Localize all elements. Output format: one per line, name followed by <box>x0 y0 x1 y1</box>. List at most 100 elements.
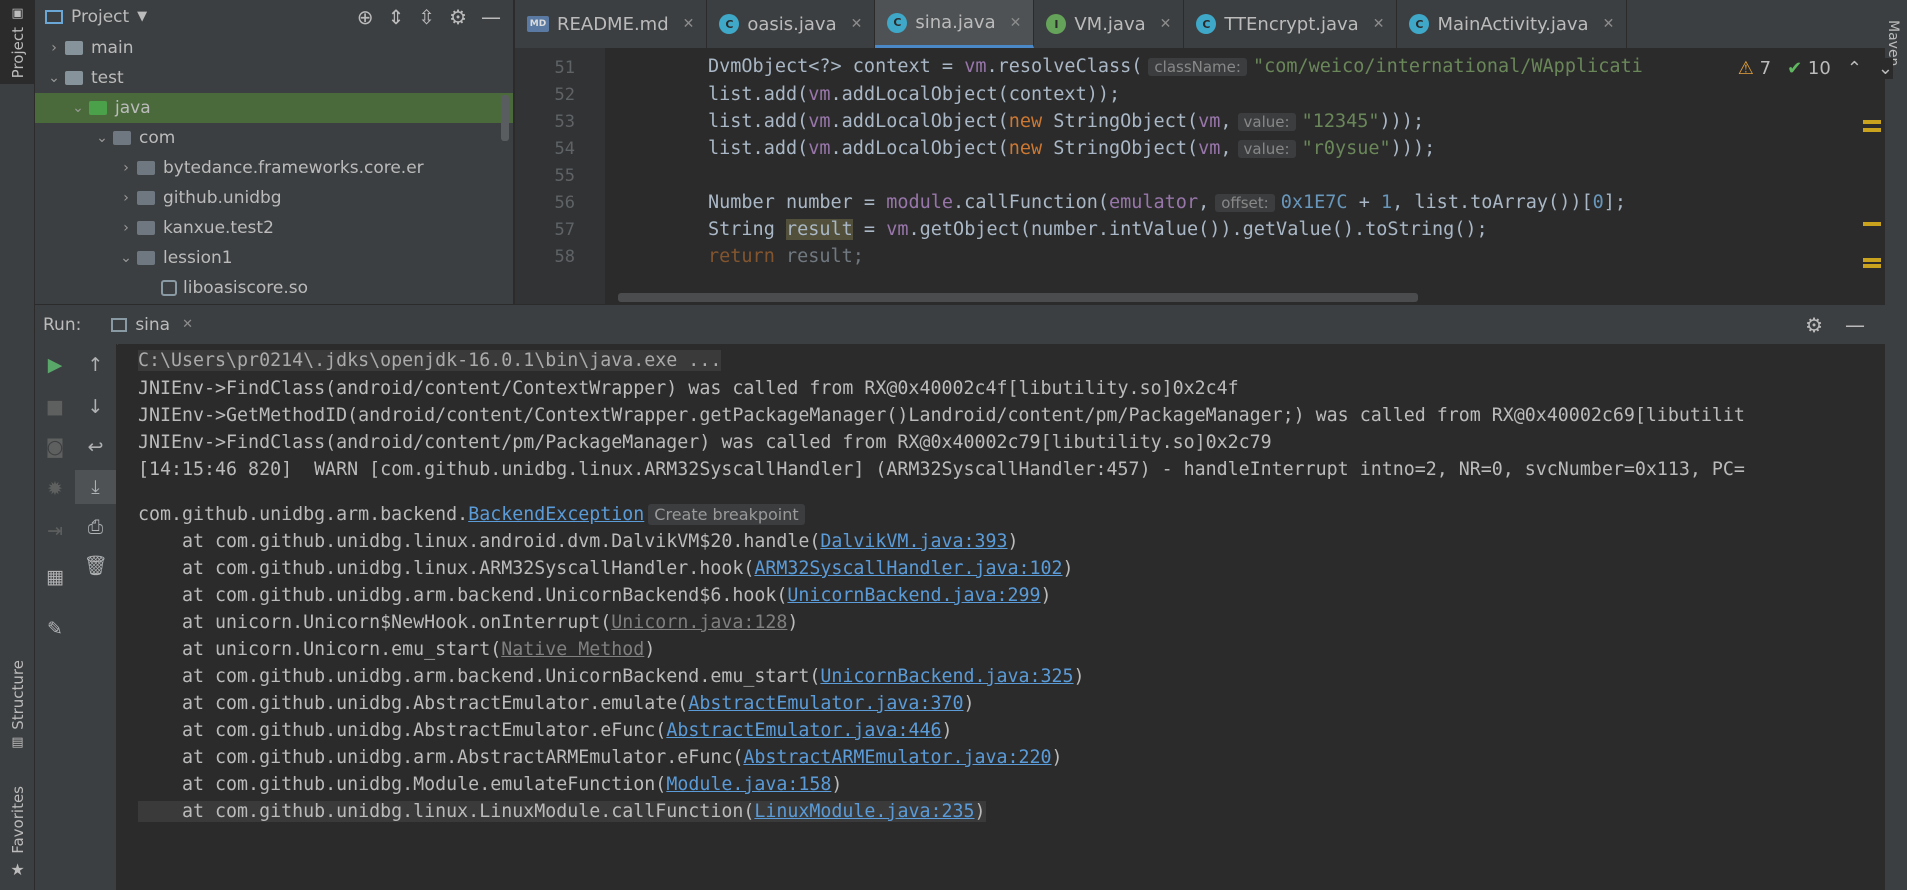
project-view-selector[interactable]: Project <box>71 7 129 27</box>
create-breakpoint-button[interactable]: Create breakpoint <box>648 504 805 525</box>
run-tab-sina[interactable]: sina ✕ <box>101 304 204 345</box>
scroll-to-end-icon[interactable]: ⤓ <box>75 470 116 504</box>
editor-tab-sina[interactable]: Csina.java ✕ <box>875 0 1035 48</box>
editor-tab-oasis[interactable]: Coasis.java ✕ <box>707 0 876 48</box>
minimize-icon[interactable]: — <box>481 5 501 29</box>
source-link[interactable]: ARM32SyscallHandler.java:102 <box>754 558 1062 579</box>
inspection-widget[interactable]: ⚠ 7 ✔ 10 ⌃ ⌄ <box>1729 58 1893 79</box>
trash-icon[interactable]: 🗑 <box>75 554 116 577</box>
warning-count[interactable]: ⚠ 7 <box>1738 58 1771 79</box>
tree-item-github[interactable]: › github.unidbg <box>35 183 513 213</box>
tree-item-test[interactable]: ⌄ test <box>35 63 513 93</box>
close-icon[interactable]: ✕ <box>851 16 863 32</box>
exception-class-link[interactable]: BackendException <box>468 504 644 525</box>
line-number[interactable]: 57 <box>515 220 575 240</box>
editor-tab-ttencrypt[interactable]: C TTEncrypt.java ✕ <box>1184 0 1398 48</box>
editor-horizontal-scrollbar[interactable] <box>618 293 1418 302</box>
editor-tab-mainactivity[interactable]: C MainActivity.java ✕ <box>1397 0 1628 48</box>
locate-icon[interactable]: ⊕ <box>357 5 374 29</box>
line-number[interactable]: 53 <box>515 112 575 132</box>
chevron-up-icon[interactable]: ⌃ <box>1847 58 1862 79</box>
error-stripe-mark[interactable] <box>1863 222 1881 226</box>
gear-icon[interactable]: ⚙ <box>449 5 467 29</box>
chevron-right-icon[interactable]: › <box>115 190 137 206</box>
source-link[interactable]: Native Method <box>501 639 644 660</box>
exit-icon[interactable]: ⇥ <box>35 520 75 542</box>
favorites-tool-tab[interactable]: Favorites ★ <box>0 780 35 885</box>
error-stripe-mark[interactable] <box>1863 128 1881 132</box>
debug-icon[interactable]: ✹ <box>35 478 75 500</box>
chevron-right-icon[interactable]: › <box>43 40 65 56</box>
chevron-right-icon[interactable]: › <box>115 220 137 236</box>
line-number[interactable]: 52 <box>515 85 575 105</box>
ok-count[interactable]: ✔ 10 <box>1787 58 1831 79</box>
chevron-down-icon[interactable]: ▼ <box>137 9 147 24</box>
collapse-all-icon[interactable]: ⇳ <box>418 5 435 29</box>
tree-item-label: kanxue.test2 <box>163 218 274 238</box>
stop-icon[interactable]: ■ <box>35 396 75 418</box>
arrow-down-icon[interactable]: ↓ <box>75 396 116 418</box>
chevron-down-icon[interactable]: ⌄ <box>1878 58 1893 79</box>
code-editor[interactable]: DvmObject<?> context = vm.resolveClass(c… <box>605 48 1875 304</box>
close-icon[interactable]: ✕ <box>683 16 695 32</box>
pin-icon[interactable]: ✎ <box>35 618 75 640</box>
line-number[interactable]: 54 <box>515 139 575 159</box>
project-view-icon <box>45 9 63 24</box>
source-link[interactable]: Unicorn.java:128 <box>611 612 787 633</box>
source-link[interactable]: LinuxModule.java:235 <box>754 801 974 822</box>
source-link[interactable]: UnicornBackend.java:325 <box>820 666 1073 687</box>
close-icon[interactable]: ✕ <box>1010 15 1022 31</box>
rerun-icon[interactable]: ▶ <box>35 354 75 376</box>
tree-item-com[interactable]: ⌄ com <box>35 123 513 153</box>
project-tool-tab[interactable]: ▣ Project <box>0 0 35 84</box>
so-file-icon <box>161 280 177 296</box>
chevron-down-icon[interactable]: ⌄ <box>115 250 137 266</box>
error-stripe-mark[interactable] <box>1863 258 1881 262</box>
source-link[interactable]: AbstractEmulator.java:370 <box>688 693 963 714</box>
tree-item-kanxue[interactable]: › kanxue.test2 <box>35 213 513 243</box>
soft-wrap-icon[interactable]: ↩ <box>75 436 116 458</box>
close-icon[interactable]: ✕ <box>1160 16 1172 32</box>
close-icon[interactable]: ✕ <box>1603 16 1615 32</box>
chevron-right-icon[interactable]: › <box>115 160 137 176</box>
source-link[interactable]: Module.java:158 <box>666 774 831 795</box>
camera-icon[interactable]: ◙ <box>35 436 75 458</box>
tree-item-lession1[interactable]: ⌄ lession1 <box>35 243 513 273</box>
star-icon: ★ <box>10 859 25 879</box>
markdown-icon: MD <box>527 16 549 32</box>
stack-frame: at com.github.unidbg.linux.ARM32SyscallH… <box>138 558 1074 579</box>
layout-icon[interactable]: ▦ <box>35 566 75 588</box>
gear-icon[interactable]: ⚙ <box>1805 313 1823 337</box>
line-number[interactable]: 55 <box>515 166 575 186</box>
chevron-down-icon[interactable]: ⌄ <box>91 130 113 146</box>
line-number[interactable]: 58 <box>515 247 575 267</box>
tree-item-liboasiscore[interactable]: liboasiscore.so <box>35 273 513 303</box>
console-output[interactable]: C:\Users\pr0214\.jdks\openjdk-16.0.1\bin… <box>118 344 1885 890</box>
editor-tab-readme[interactable]: MD README.md ✕ <box>515 0 708 48</box>
structure-tool-tab[interactable]: Structure ▤ <box>0 650 35 760</box>
error-stripe-mark[interactable] <box>1863 120 1881 124</box>
minimize-icon[interactable]: — <box>1845 313 1865 337</box>
package-icon <box>137 251 155 265</box>
source-link[interactable]: AbstractARMEmulator.java:220 <box>743 747 1051 768</box>
print-icon[interactable]: ⎙ <box>75 516 116 538</box>
stack-frame-text: at com.github.unidbg.arm.backend.Unicorn… <box>138 666 821 687</box>
chevron-down-icon[interactable]: ⌄ <box>43 70 65 86</box>
run-tab-label: sina <box>135 314 171 335</box>
error-stripe-mark[interactable] <box>1863 264 1881 268</box>
chevron-down-icon[interactable]: ⌄ <box>67 100 89 116</box>
expand-all-icon[interactable]: ⇕ <box>388 5 405 29</box>
tree-item-bytedance[interactable]: › bytedance.frameworks.core.er <box>35 153 513 183</box>
tree-scrollbar[interactable] <box>501 95 509 141</box>
arrow-up-icon[interactable]: ↑ <box>75 354 116 376</box>
close-icon[interactable]: ✕ <box>1373 16 1385 32</box>
source-link[interactable]: AbstractEmulator.java:446 <box>666 720 941 741</box>
tree-item-main[interactable]: › main <box>35 33 513 63</box>
tree-item-java[interactable]: ⌄ java <box>35 93 513 123</box>
source-link[interactable]: DalvikVM.java:393 <box>820 531 1007 552</box>
close-icon[interactable]: ✕ <box>182 317 193 332</box>
line-number[interactable]: 51 <box>515 58 575 78</box>
line-number[interactable]: 56 <box>515 193 575 213</box>
editor-tab-vm[interactable]: I VM.java ✕ <box>1034 0 1185 48</box>
source-link[interactable]: UnicornBackend.java:299 <box>787 585 1040 606</box>
